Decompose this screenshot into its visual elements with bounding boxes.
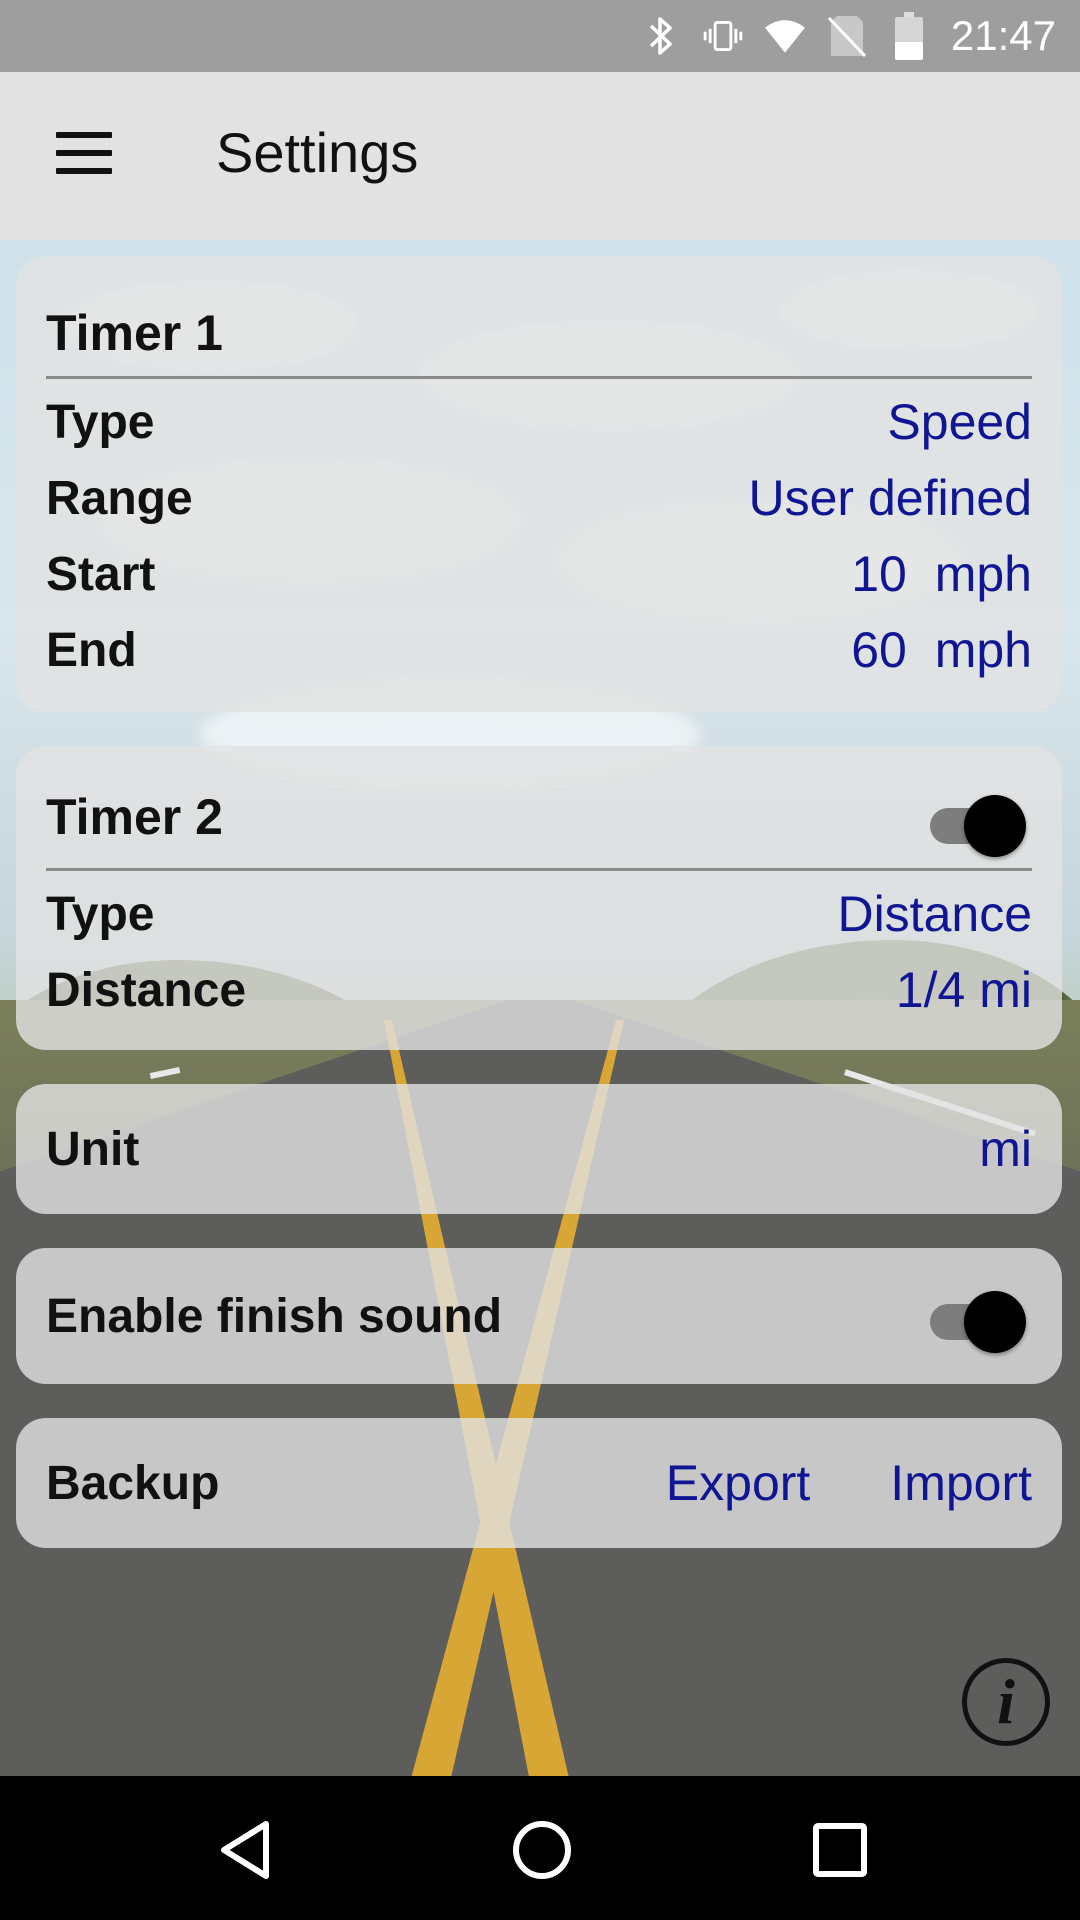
home-icon[interactable] xyxy=(502,1810,582,1890)
recents-icon[interactable] xyxy=(800,1810,880,1890)
row-label: Type xyxy=(46,887,155,941)
finish-sound-label: Enable finish sound xyxy=(46,1289,503,1343)
timer1-card: Timer 1 Type Speed Range User defined St… xyxy=(16,256,1062,712)
unit-label: Unit xyxy=(46,1122,140,1176)
page-title: Settings xyxy=(216,121,419,184)
export-button[interactable]: Export xyxy=(666,1454,811,1512)
back-icon[interactable] xyxy=(206,1810,286,1890)
timer1-end-value[interactable]: 60 mph xyxy=(851,621,1032,679)
backup-card: Backup Export Import xyxy=(16,1418,1062,1548)
unit-value[interactable]: mi xyxy=(979,1120,1032,1178)
timer1-title: Timer 1 xyxy=(46,305,223,361)
unit-card[interactable]: Unit mi xyxy=(16,1084,1062,1214)
hamburger-menu-icon[interactable] xyxy=(44,126,124,186)
timer2-toggle[interactable] xyxy=(926,788,1030,857)
timer1-range-row[interactable]: Range User defined xyxy=(46,466,1032,530)
timer2-distance-row[interactable]: Distance 1/4 mi xyxy=(46,958,1032,1022)
navigation-bar xyxy=(0,1776,1080,1920)
timer1-end-row[interactable]: End 60 mph xyxy=(46,618,1032,682)
vibrate-icon xyxy=(703,14,743,58)
timer1-start-value[interactable]: 10 mph xyxy=(851,545,1032,603)
status-time: 21:47 xyxy=(950,12,1056,59)
timer2-card: Timer 2 Type Distance Distance 1/4 mi xyxy=(16,746,1062,1050)
backup-label: Backup xyxy=(46,1456,220,1510)
unit-row[interactable]: Unit mi xyxy=(46,1117,1032,1181)
timer2-type-row[interactable]: Type Distance xyxy=(46,882,1032,946)
battery-icon xyxy=(889,12,929,60)
divider xyxy=(46,868,1032,871)
timer2-distance-value[interactable]: 1/4 mi xyxy=(896,961,1032,1019)
bluetooth-icon xyxy=(641,14,681,58)
timer1-start-row[interactable]: Start 10 mph xyxy=(46,542,1032,606)
row-label: Range xyxy=(46,471,193,525)
wifi-icon xyxy=(764,14,805,58)
status-bar: 21:47 xyxy=(0,0,1080,72)
finish-sound-card: Enable finish sound xyxy=(16,1248,1062,1384)
divider xyxy=(46,376,1032,379)
row-label: Start xyxy=(46,547,156,601)
row-label: Distance xyxy=(46,963,247,1017)
row-label: End xyxy=(46,623,137,677)
row-label: Type xyxy=(46,395,155,449)
timer1-type-value[interactable]: Speed xyxy=(887,393,1032,451)
finish-sound-toggle[interactable] xyxy=(926,1284,1030,1353)
import-button[interactable]: Import xyxy=(890,1454,1032,1512)
timer1-range-value[interactable]: User defined xyxy=(749,469,1033,527)
info-icon[interactable]: i xyxy=(962,1658,1050,1746)
no-sim-icon xyxy=(827,14,867,58)
app-bar: Settings xyxy=(0,72,1080,240)
timer1-type-row[interactable]: Type Speed xyxy=(46,390,1032,454)
timer2-type-value[interactable]: Distance xyxy=(837,885,1032,943)
backup-row: Backup Export Import xyxy=(46,1451,1032,1515)
timer2-title: Timer 2 xyxy=(46,789,223,845)
finish-sound-row: Enable finish sound xyxy=(46,1284,1032,1348)
